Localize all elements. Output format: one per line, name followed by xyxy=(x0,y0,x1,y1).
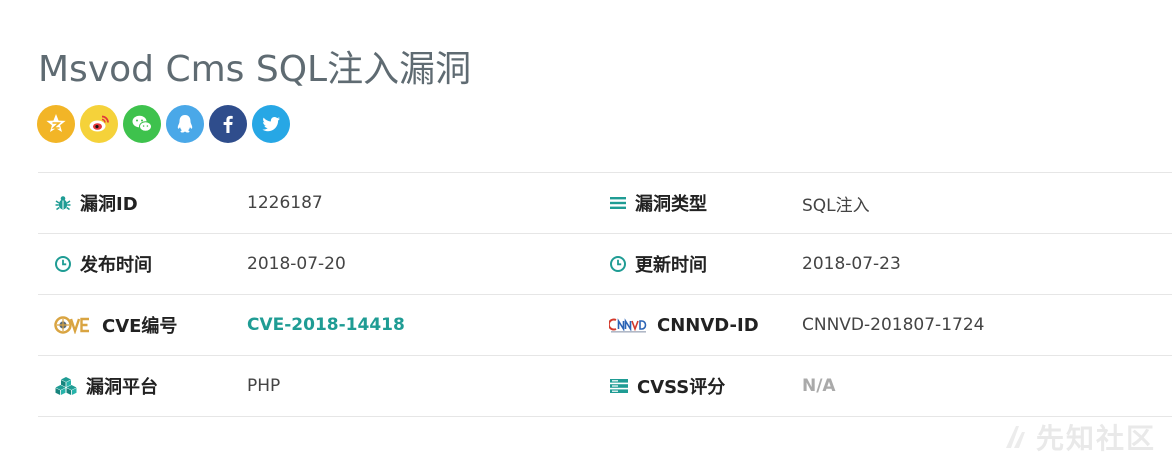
vuln-detail-table: 漏洞ID 1226187 漏洞类型 SQL注入 发布时间 2018-07-20 … xyxy=(38,172,1172,417)
list-icon xyxy=(609,194,627,212)
server-icon xyxy=(609,377,629,395)
clock-icon xyxy=(54,255,72,273)
page-title: Msvod Cms SQL注入漏洞 xyxy=(38,49,472,90)
cnnvd-id-value: CNNVD-201807-1724 xyxy=(802,315,985,335)
share-weibo-button[interactable] xyxy=(80,105,118,143)
cnnvd-logo-icon xyxy=(609,316,649,334)
cve-id-label: CVE编号 xyxy=(54,295,177,355)
share-qq-button[interactable] xyxy=(166,105,204,143)
bug-icon xyxy=(54,194,72,212)
watermark-logo-icon xyxy=(1005,426,1025,448)
vuln-id-value: 1226187 xyxy=(247,193,323,213)
platform-label: 漏洞平台 xyxy=(54,356,158,416)
cve-id-link[interactable]: CVE-2018-14418 xyxy=(247,295,405,355)
platform-value: PHP xyxy=(247,376,281,396)
publish-time-value: 2018-07-20 xyxy=(247,254,346,274)
cnnvd-id-label: CNNVD-ID xyxy=(609,295,759,355)
facebook-icon xyxy=(223,115,233,133)
weibo-icon xyxy=(89,115,109,132)
share-qzone-button[interactable] xyxy=(37,105,75,143)
table-row: 发布时间 2018-07-20 更新时间 2018-07-23 xyxy=(38,234,1172,295)
vuln-type-value: SQL注入 xyxy=(802,195,870,216)
table-row: 漏洞ID 1226187 漏洞类型 SQL注入 xyxy=(38,173,1172,234)
update-time-label: 更新时间 xyxy=(609,234,707,294)
cvss-score-value: N/A xyxy=(802,376,836,396)
cubes-icon xyxy=(54,376,78,396)
share-bar xyxy=(37,105,290,143)
share-facebook-button[interactable] xyxy=(209,105,247,143)
qzone-icon xyxy=(46,114,66,132)
cvss-score-label: CVSS评分 xyxy=(609,356,725,416)
qq-icon xyxy=(177,115,193,133)
vuln-type-label: 漏洞类型 xyxy=(609,173,707,233)
table-row: CVE编号 CVE-2018-14418 CNNVD-ID CNNVD-2018… xyxy=(38,295,1172,356)
vuln-id-label: 漏洞ID xyxy=(54,173,138,233)
cve-logo-icon xyxy=(54,316,94,334)
twitter-icon xyxy=(262,117,280,132)
wechat-icon xyxy=(132,115,152,132)
share-twitter-button[interactable] xyxy=(252,105,290,143)
share-wechat-button[interactable] xyxy=(123,105,161,143)
watermark: 先知社区 xyxy=(1000,417,1156,457)
publish-time-label: 发布时间 xyxy=(54,234,152,294)
clock-icon xyxy=(609,255,627,273)
table-row: 漏洞平台 PHP CVSS评分 N/A xyxy=(38,356,1172,417)
update-time-value: 2018-07-23 xyxy=(802,254,901,274)
